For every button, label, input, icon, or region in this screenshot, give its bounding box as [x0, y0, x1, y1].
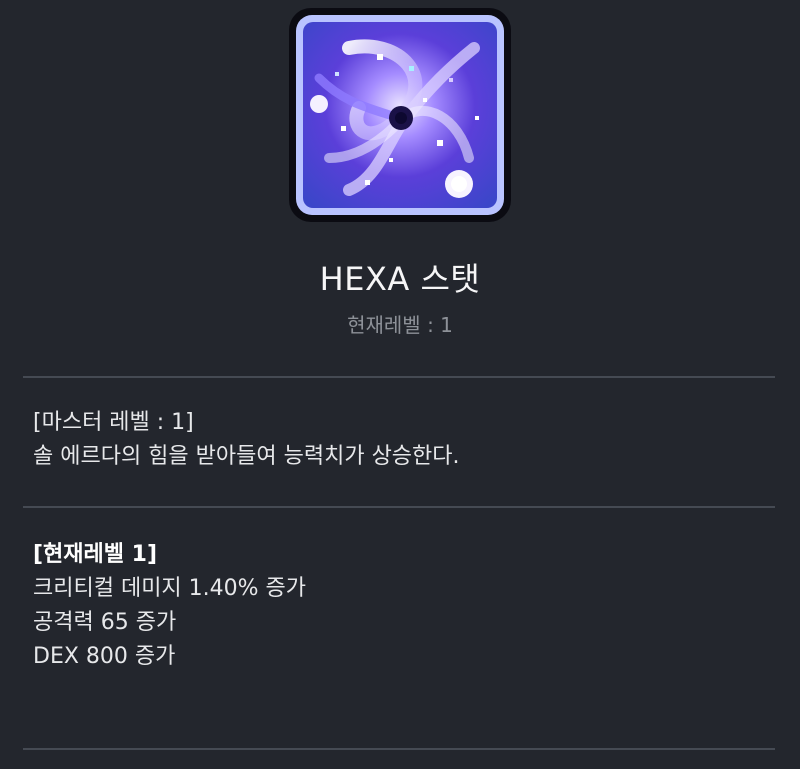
skill-title: HEXA 스탯 [319, 260, 481, 298]
divider [23, 506, 775, 508]
master-level-label: [마스터 레벨 : 1] [33, 410, 194, 435]
divider [23, 376, 775, 378]
skill-description: [마스터 레벨 : 1] 솔 에르다의 힘을 받아들여 능력치가 상승한다. [33, 406, 773, 474]
description-text: 솔 에르다의 힘을 받아들여 능력치가 상승한다. [33, 444, 460, 469]
skill-current-level: 현재레벨 : 1 [347, 313, 453, 337]
hexa-stat-skill-icon [289, 8, 511, 222]
divider [23, 748, 775, 750]
effect-line: 공격력 65 증가 [33, 610, 177, 635]
skill-effects: [현재레벨 1] 크리티컬 데미지 1.40% 증가 공격력 65 증가 DEX… [33, 538, 773, 674]
effects-header: [현재레벨 1] [33, 542, 158, 567]
hexa-stat-galaxy-icon [289, 8, 511, 222]
effect-line: DEX 800 증가 [33, 644, 176, 669]
effect-line: 크리티컬 데미지 1.40% 증가 [33, 576, 307, 601]
